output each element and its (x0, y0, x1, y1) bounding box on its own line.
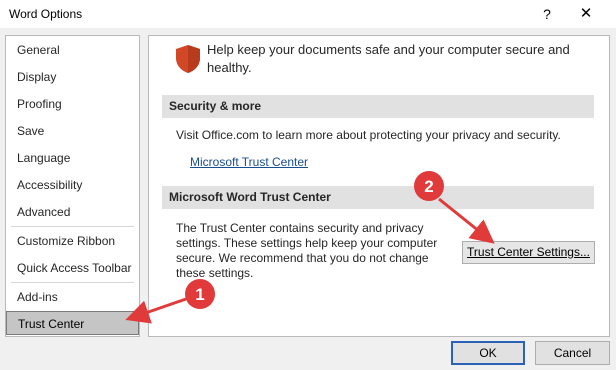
sidebar-divider (11, 282, 134, 283)
header-line: healthy. (207, 60, 252, 75)
sidebar-item-advanced[interactable]: Advanced (6, 200, 139, 224)
section-heading-security: Security & more (162, 95, 594, 118)
close-button[interactable]: ✕ (575, 4, 597, 24)
sidebar-item-accessibility[interactable]: Accessibility (6, 173, 139, 197)
cancel-button[interactable]: Cancel (535, 341, 610, 365)
shield-icon (176, 45, 200, 73)
trust-center-settings-button[interactable]: Trust Center Settings... (462, 241, 595, 264)
description-line: secure. We recommend that you do not cha… (176, 251, 429, 265)
sidebar: General Display Proofing Save Language A… (5, 35, 140, 337)
page-header: Help keep your documents safe and your c… (207, 41, 587, 77)
sidebar-item-save[interactable]: Save (6, 119, 139, 143)
description-line: The Trust Center contains security and p… (176, 221, 424, 235)
description-line: settings. These settings help keep your … (176, 236, 438, 250)
sidebar-item-customize-ribbon[interactable]: Customize Ribbon (6, 229, 139, 253)
description-line: these settings. (176, 266, 254, 280)
window-title: Word Options (9, 7, 83, 21)
sidebar-divider (11, 226, 134, 227)
title-bar: Word Options ? ✕ (0, 0, 616, 28)
sidebar-item-proofing[interactable]: Proofing (6, 92, 139, 116)
help-button[interactable]: ? (536, 4, 558, 24)
sidebar-item-language[interactable]: Language (6, 146, 139, 170)
security-description: Visit Office.com to learn more about pro… (176, 128, 561, 142)
sidebar-item-trust-center[interactable]: Trust Center (6, 311, 139, 335)
sidebar-item-quick-access-toolbar[interactable]: Quick Access Toolbar (6, 256, 139, 280)
main-panel: Help keep your documents safe and your c… (148, 35, 610, 337)
microsoft-trust-center-link[interactable]: Microsoft Trust Center (190, 155, 308, 169)
sidebar-item-display[interactable]: Display (6, 65, 139, 89)
header-line: Help keep your documents safe and your c… (207, 42, 570, 57)
ok-button[interactable]: OK (451, 341, 525, 365)
section-heading-trust-center: Microsoft Word Trust Center (162, 186, 594, 209)
sidebar-item-add-ins[interactable]: Add-ins (6, 285, 139, 309)
trust-center-settings-label: Trust Center Settings... (467, 245, 590, 259)
trust-center-description: The Trust Center contains security and p… (176, 221, 437, 281)
sidebar-item-general[interactable]: General (6, 38, 139, 62)
